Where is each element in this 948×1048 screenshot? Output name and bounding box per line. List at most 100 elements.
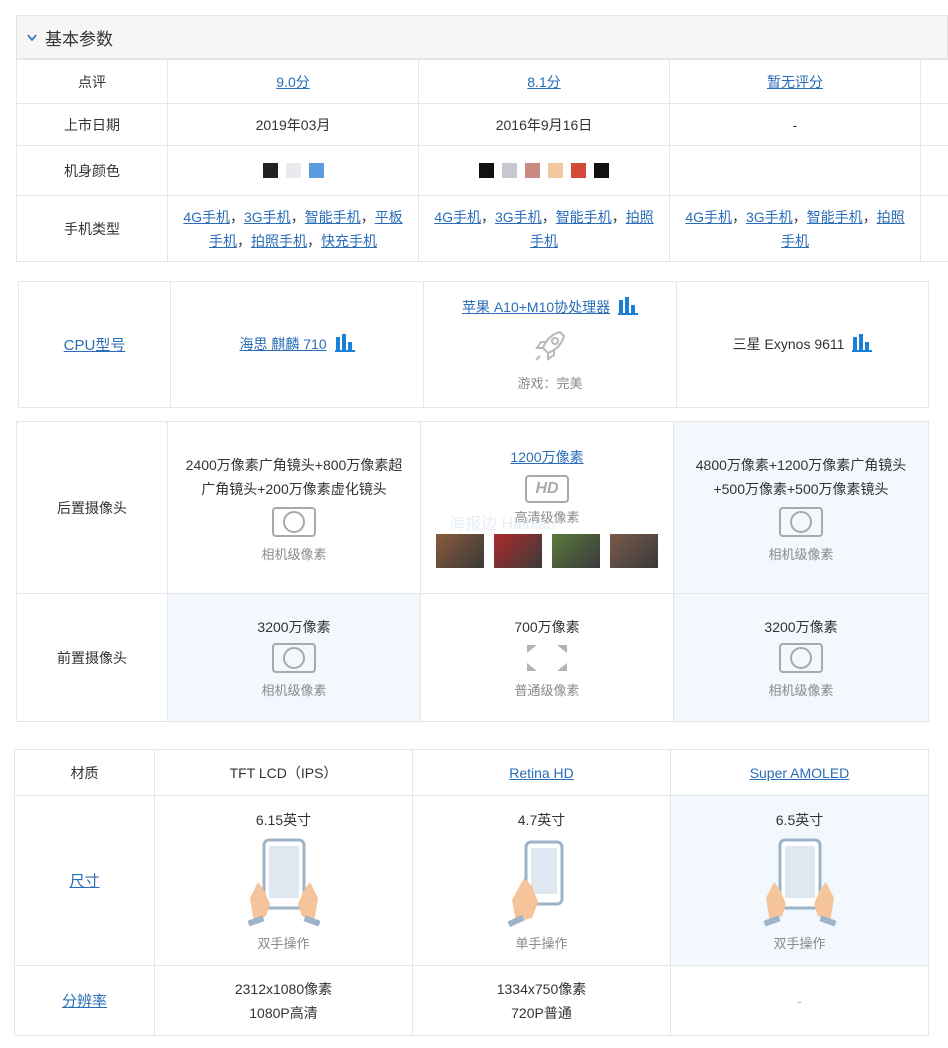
color-swatches — [168, 163, 418, 178]
table-row: 前置摄像头 3200万像素 相机级像素 700万像素 普通级像素 3200万像素… — [16, 593, 929, 722]
sample-photo-thumbnail[interactable] — [494, 534, 542, 568]
camera-table: 后置摄像头 2400万像素广角镜头+800万像素超广角镜头+200万像素虚化镜头… — [16, 421, 929, 722]
rear-camera-link[interactable]: 1200万像素 — [510, 449, 583, 465]
size-label-link[interactable]: 尺寸 — [69, 873, 99, 890]
screen-size: 6.15英寸 — [255, 811, 312, 828]
gaming-note: 游戏：完美 — [517, 376, 583, 392]
empty-cell — [669, 145, 921, 196]
separator: ， — [732, 208, 746, 225]
sample-photos — [421, 534, 673, 568]
separator: ， — [230, 208, 244, 225]
phone-type-link[interactable]: 3G手机 — [495, 209, 542, 225]
sample-photo-thumbnail[interactable] — [610, 534, 658, 568]
screen-size: 4.7英寸 — [517, 811, 566, 828]
rear-camera-spec: 2400万像素广角镜头+800万像素超广角镜头+200万像素虚化镜头 — [185, 456, 403, 497]
empty-cell — [920, 195, 948, 262]
phone-type-link[interactable]: 拍照手机 — [251, 233, 307, 249]
phone-type-list: 4G手机，3G手机，智能手机，拍照手机 — [419, 205, 669, 253]
row-label: 上市日期 — [16, 103, 168, 146]
phone-type-link[interactable]: 4G手机 — [183, 209, 230, 225]
separator: ， — [360, 208, 375, 225]
resolution-label-link[interactable]: 分辨率 — [62, 993, 107, 1010]
separator: ， — [541, 208, 556, 225]
separator: ， — [792, 208, 807, 225]
row-label: 机身颜色 — [16, 145, 168, 196]
color-swatch[interactable] — [525, 163, 540, 178]
phone-type-link[interactable]: 智能手机 — [305, 209, 361, 225]
color-swatch[interactable] — [548, 163, 563, 178]
phone-type-link[interactable]: 智能手机 — [807, 209, 863, 225]
camera-grade: 相机级像素 — [768, 546, 834, 562]
empty-cell — [920, 59, 948, 104]
empty-cell — [920, 103, 948, 146]
row-label: 前置摄像头 — [16, 593, 168, 722]
cpu-label-link[interactable]: CPU型号 — [64, 337, 126, 354]
phone-type-link[interactable]: 4G手机 — [434, 209, 481, 225]
material-link[interactable]: Retina HD — [509, 765, 574, 781]
phone-type-link[interactable]: 快充手机 — [321, 233, 377, 249]
color-swatches — [419, 163, 669, 178]
phone-type-link[interactable]: 智能手机 — [556, 209, 612, 225]
camera-icon — [168, 506, 420, 540]
camera-icon — [674, 506, 928, 540]
phone-type-list: 4G手机，3G手机，智能手机，拍照手机 — [670, 205, 920, 253]
table-row: 分辨率 2312x1080像素 1080P高清 1334x750像素 720P普… — [14, 965, 929, 1036]
table-row: 手机类型 4G手机，3G手机，智能手机，平板手机，拍照手机，快充手机 4G手机，… — [16, 195, 948, 262]
chevron-down-icon[interactable] — [27, 29, 37, 45]
basic-params-table: 点评 9.0分 8.1分 暂无评分 上市日期 2019年03月 2016年9月1… — [16, 59, 948, 262]
resolution-value: 1334x750像素 — [496, 980, 587, 997]
benchmark-chart-icon[interactable] — [852, 334, 873, 355]
phone-type-link[interactable]: 3G手机 — [244, 209, 291, 225]
row-label: 手机类型 — [16, 195, 168, 262]
color-swatch[interactable] — [594, 163, 609, 178]
basic-params-section: 基本参数 点评 9.0分 8.1分 暂无评分 上市日期 2019年03月 201… — [16, 15, 948, 262]
hardware-section: CPU型号 海思 麒麟 710 苹果 A10+M10协处理器 游戏：完美 三星 … — [18, 281, 929, 408]
resolution-value: - — [670, 965, 929, 1036]
color-swatch[interactable] — [571, 163, 586, 178]
front-camera-spec: 3200万像素 — [764, 618, 838, 635]
color-swatch[interactable] — [308, 163, 324, 178]
phone-type-link[interactable]: 4G手机 — [685, 209, 732, 225]
separator: ， — [611, 208, 626, 225]
rocket-icon — [530, 326, 570, 369]
table-row: 机身颜色 — [16, 145, 948, 196]
material-value: TFT LCD（IPS） — [154, 749, 413, 796]
camera-icon — [168, 642, 420, 676]
hd-icon: HD — [525, 475, 569, 503]
sample-photo-thumbnail[interactable] — [436, 534, 484, 568]
row-label: 后置摄像头 — [16, 421, 168, 594]
table-row: 尺寸 6.15英寸 双手操作 4.7英寸 单手操作 6.5英寸 双手操作 — [14, 795, 929, 966]
camera-grade: 普通级像素 — [514, 682, 580, 698]
hardware-table: CPU型号 海思 麒麟 710 苹果 A10+M10协处理器 游戏：完美 三星 … — [18, 281, 929, 408]
color-swatch[interactable] — [479, 163, 494, 178]
watermark: 海报边 Haibian — [449, 516, 556, 533]
phone-type-link[interactable]: 3G手机 — [746, 209, 793, 225]
camera-section: 后置摄像头 2400万像素广角镜头+800万像素超广角镜头+200万像素虚化镜头… — [16, 421, 929, 722]
release-date: 2019年03月 — [167, 103, 419, 146]
cpu-link[interactable]: 海思 麒麟 710 — [239, 336, 326, 352]
handling-note: 双手操作 — [773, 935, 826, 951]
separator: ， — [862, 208, 877, 225]
resolution-grade: 720P普通 — [511, 1004, 572, 1021]
empty-cell — [920, 145, 948, 196]
benchmark-chart-icon[interactable] — [334, 334, 355, 355]
section-header[interactable]: 基本参数 — [16, 15, 948, 59]
row-label: 点评 — [16, 59, 168, 104]
rating-link[interactable]: 8.1分 — [527, 74, 560, 90]
frame-corners-icon — [421, 643, 673, 676]
color-swatch[interactable] — [502, 163, 517, 178]
table-row: CPU型号 海思 麒麟 710 苹果 A10+M10协处理器 游戏：完美 三星 … — [18, 281, 929, 408]
release-date: 2016年9月16日 — [418, 103, 670, 146]
two-hands-phone-icon — [760, 838, 840, 931]
color-swatch[interactable] — [262, 163, 278, 178]
cpu-name: 三星 Exynos 9611 — [732, 335, 845, 352]
rating-link[interactable]: 9.0分 — [276, 74, 309, 90]
benchmark-chart-icon[interactable] — [618, 297, 639, 318]
section-title: 基本参数 — [45, 29, 113, 49]
sample-photo-thumbnail[interactable] — [552, 534, 600, 568]
material-link[interactable]: Super AMOLED — [750, 765, 850, 781]
rating-link[interactable]: 暂无评分 — [767, 74, 823, 90]
cpu-link[interactable]: 苹果 A10+M10协处理器 — [462, 299, 610, 315]
table-row: 后置摄像头 2400万像素广角镜头+800万像素超广角镜头+200万像素虚化镜头… — [16, 421, 929, 594]
color-swatch[interactable] — [285, 163, 301, 178]
